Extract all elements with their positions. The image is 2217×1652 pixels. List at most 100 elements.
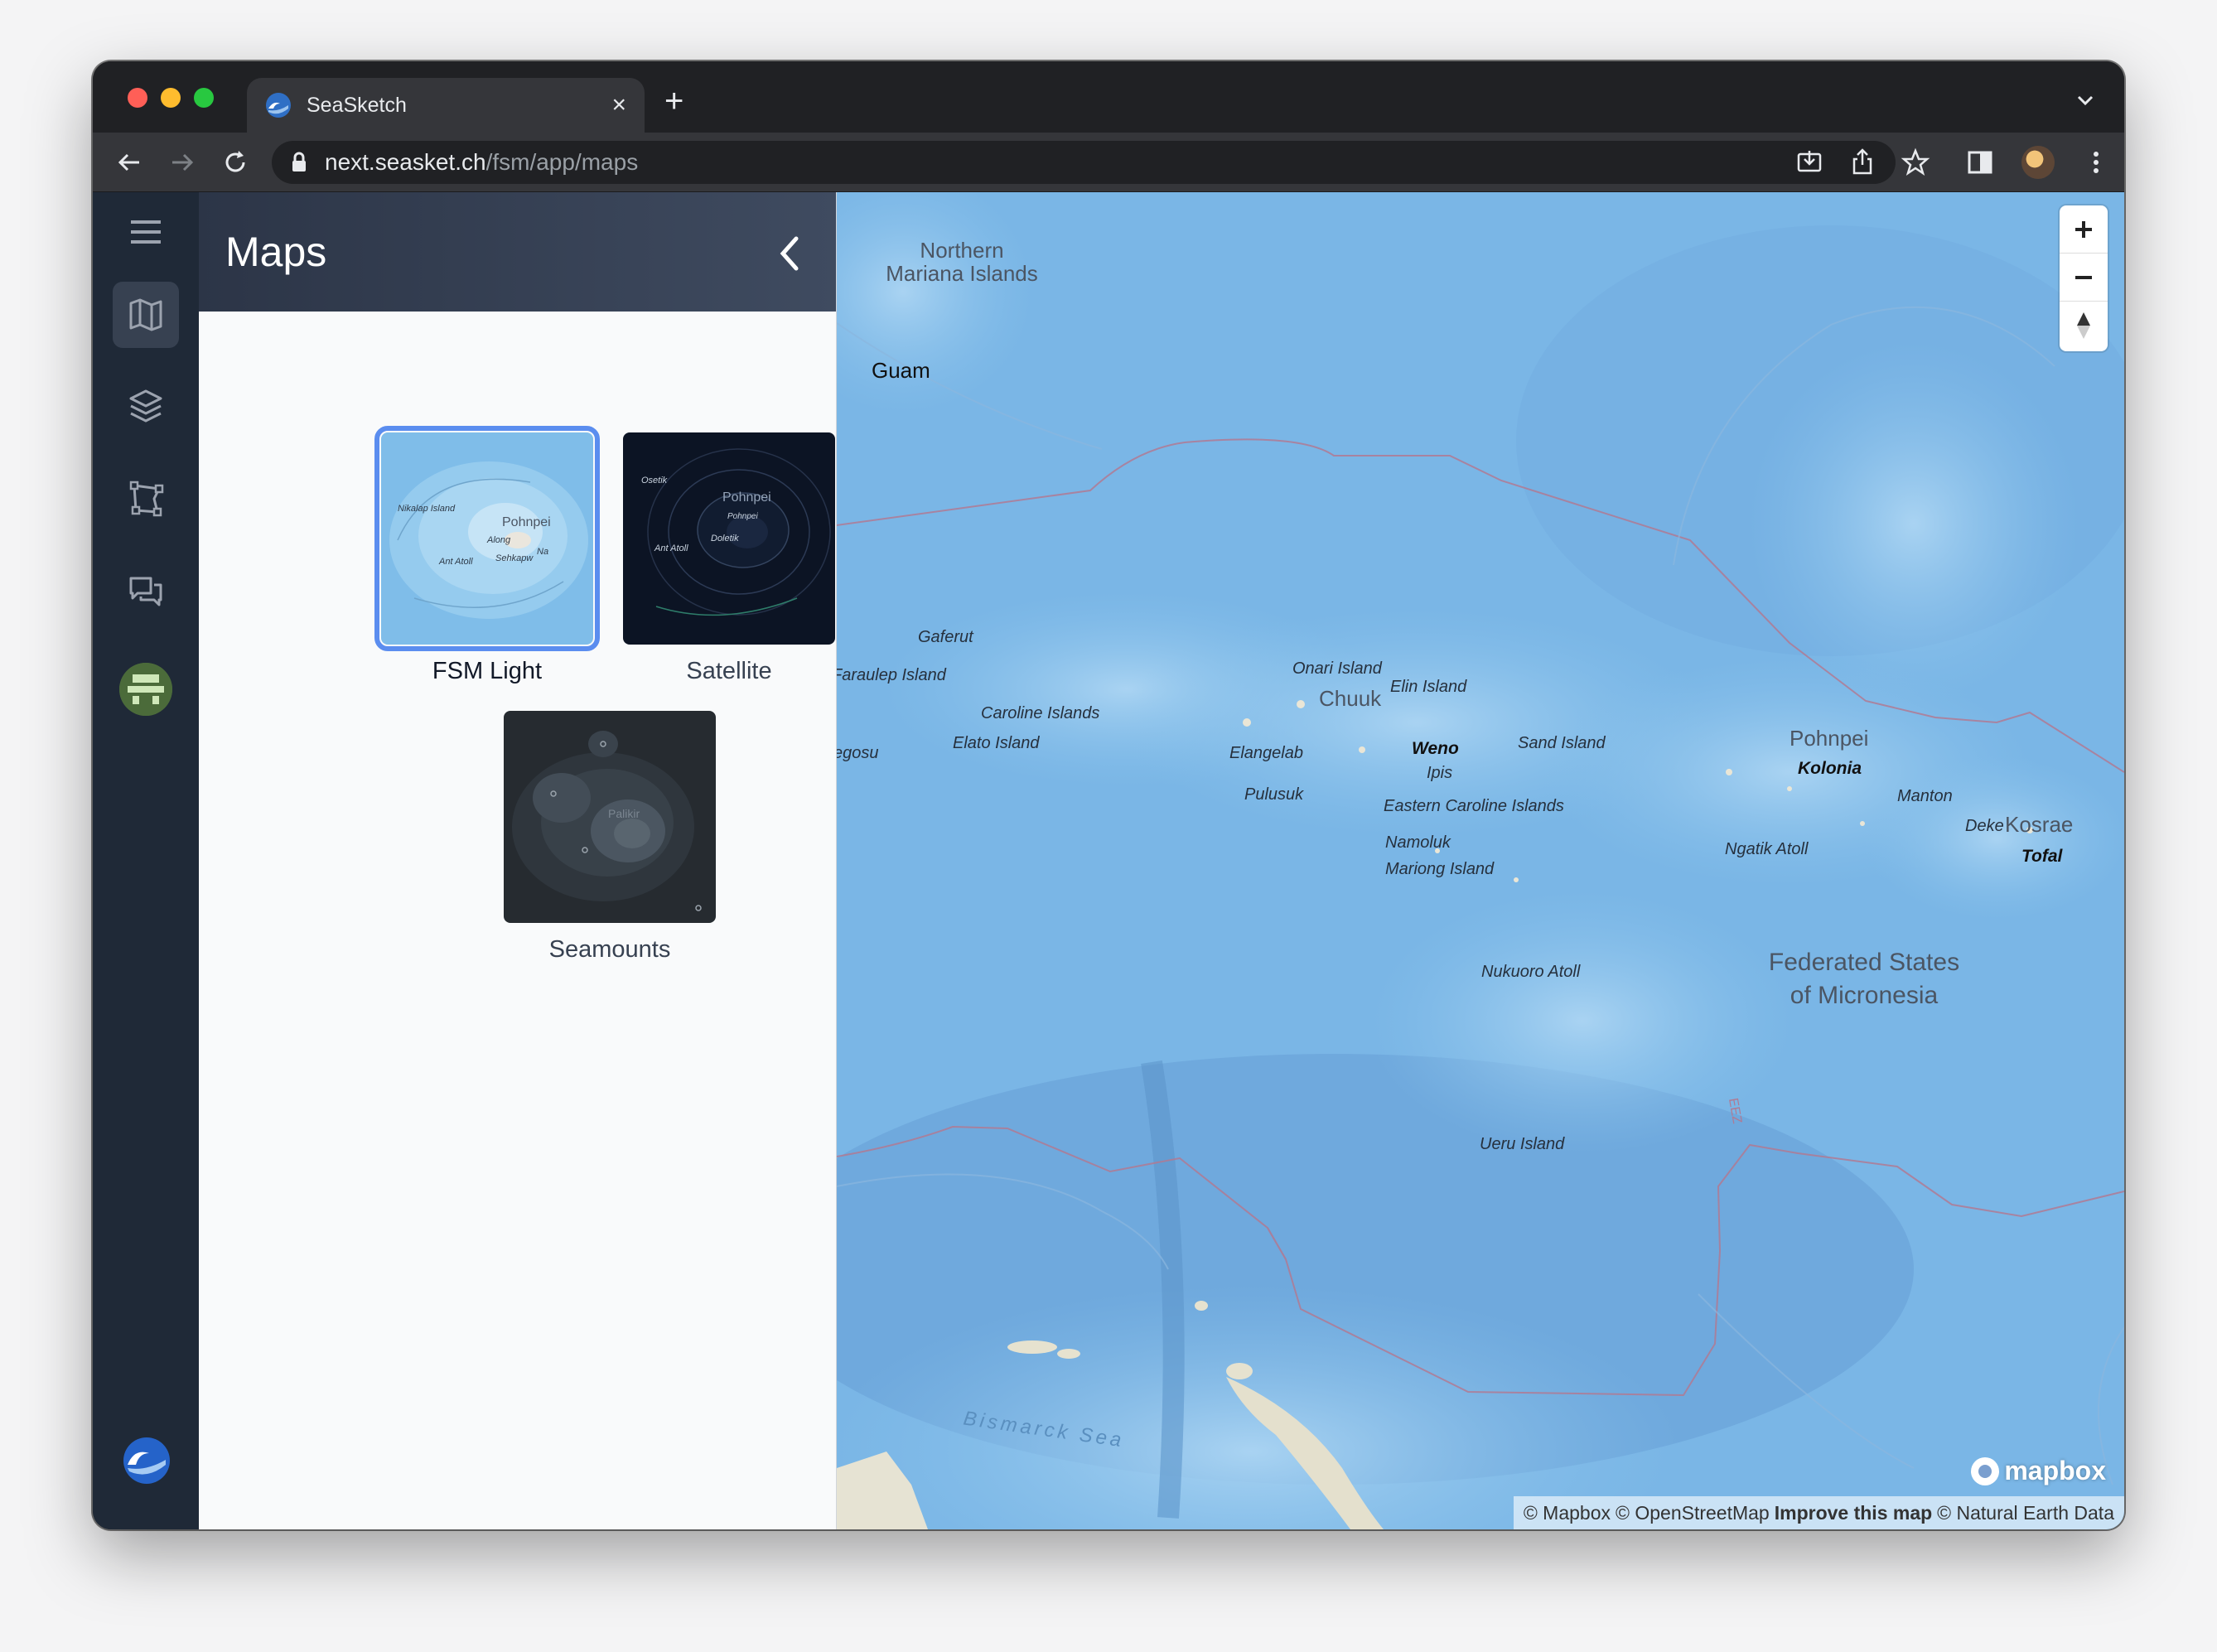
zoom-in-button[interactable] [2060, 205, 2108, 254]
zoom-controls [2060, 205, 2108, 351]
tab-search-chevron-icon[interactable] [2073, 88, 2098, 113]
map-label-sand-island: Sand Island [1518, 734, 1606, 752]
layers-icon [129, 389, 162, 423]
map-label-weno: Weno [1412, 739, 1459, 758]
map-label-gaferut: Gaferut [918, 628, 973, 646]
thumb-label: Doletik [711, 534, 739, 543]
more-menu-icon[interactable] [2081, 147, 2111, 177]
back-arrow-icon[interactable] [114, 147, 144, 177]
sidebar-item-menu[interactable] [113, 199, 179, 265]
sidebar-item-maps[interactable] [113, 282, 179, 348]
sidebar-rail [93, 192, 199, 1529]
thumb-label: Ant Atoll [439, 557, 473, 567]
maximize-window-button[interactable] [194, 88, 214, 108]
map-label-kolonia: Kolonia [1798, 759, 1862, 778]
seamounts-thumbnail: Palikir [504, 711, 716, 923]
basemap-option-fsm-light[interactable]: Nikalap Island Pohnpei Along Na Ant Atol… [374, 426, 600, 685]
bookmark-star-icon[interactable] [1901, 147, 1930, 177]
plus-icon [2075, 220, 2092, 238]
basemap-label-satellite: Satellite [686, 658, 772, 684]
map-label-ueru: Ueru Island [1480, 1135, 1565, 1153]
thumb-label: Palikir [608, 807, 640, 820]
attribution-osm-link[interactable]: © OpenStreetMap [1616, 1502, 1770, 1524]
browser-tab[interactable]: SeaSketch × [247, 78, 645, 133]
map-label-mariong: Mariong Island [1385, 860, 1495, 878]
basemap-option-seamounts[interactable]: Palikir Seamounts [504, 711, 716, 964]
new-tab-button[interactable]: + [664, 85, 683, 118]
profile-avatar[interactable] [2021, 146, 2055, 179]
seasketch-logo-icon[interactable] [123, 1437, 171, 1485]
sidebar-item-layers[interactable] [113, 373, 179, 439]
map-label-elangelab: Elangelab [1229, 744, 1303, 762]
discussion-icon [129, 577, 162, 606]
compass-button[interactable] [2060, 302, 2108, 350]
map-label-egosu: egosu [837, 744, 879, 762]
map-label-namoluk: Namoluk [1385, 833, 1451, 852]
map-icon [129, 298, 162, 331]
map-label-kosrae: Kosrae [2005, 812, 2074, 837]
lock-icon [292, 152, 306, 171]
address-bar[interactable]: next.seasket.ch/fsm/app/maps [272, 141, 1896, 184]
user-identicon-icon [119, 663, 172, 716]
sidebar-item-discussion[interactable] [113, 558, 179, 625]
minus-icon [2075, 275, 2092, 279]
thumb-label: Osetik [641, 476, 668, 485]
attribution-mapbox-link[interactable]: © Mapbox [1524, 1502, 1611, 1524]
map-label-pohnpei: Pohnpei [1790, 726, 1869, 751]
forward-arrow-icon[interactable] [167, 147, 197, 177]
map-label-onari: Onari Island [1292, 659, 1382, 678]
basemap-option-satellite[interactable]: Osetik Pohnpei Pohnpei Doletik Ant Atoll… [623, 432, 835, 685]
map-label-deke: Deke [1965, 817, 2004, 835]
thumb-label: Ant Atoll [654, 543, 688, 553]
reload-icon[interactable] [220, 147, 250, 177]
panel-header: Maps [199, 192, 836, 312]
mapbox-logo-icon [1971, 1456, 2000, 1485]
title-bar: SeaSketch × + [93, 61, 2124, 133]
tab-close-icon[interactable]: × [611, 93, 626, 118]
map-label-elato: Elato Island [953, 734, 1040, 752]
minimize-window-button[interactable] [161, 88, 181, 108]
share-icon[interactable] [1848, 147, 1877, 177]
menu-icon [131, 220, 161, 244]
thumb-label: Pohnpei [727, 512, 758, 521]
seasketch-app: Maps Nikalap Island Pohnpei Along Na Ant… [93, 192, 2124, 1529]
fsm-light-thumbnail: Nikalap Island Pohnpei Along Na Ant Atol… [374, 426, 600, 651]
map-label-elin: Elin Island [1390, 678, 1467, 696]
basemap-label-seamounts: Seamounts [548, 936, 671, 963]
map-label-fsm-line1: Federated States [1768, 949, 1960, 976]
user-avatar[interactable] [119, 663, 172, 716]
map-label-northern-mariana: Northern Mariana Islands [886, 238, 1038, 286]
mapbox-logo-text: mapbox [2004, 1456, 2106, 1485]
url-host: next.seasket.ch [325, 149, 486, 175]
thumb-label: Along [487, 535, 511, 545]
thumb-label: Pohnpei [502, 515, 551, 529]
url-path: /fsm/app/maps [485, 149, 639, 175]
thumb-label: Sehkapw [495, 553, 534, 563]
map-canvas[interactable]: Northern Mariana Islands Guam Gaferut Fa… [837, 192, 2124, 1529]
maps-panel: Maps Nikalap Island Pohnpei Along Na Ant… [199, 192, 837, 1529]
map-label-ngatik: Ngatik Atoll [1725, 840, 1809, 858]
sidebar-item-sketching[interactable] [113, 466, 179, 532]
map-label-fsm-line2: of Micronesia [1790, 982, 1939, 1009]
side-panel-icon[interactable] [1965, 147, 1995, 177]
improve-map-link[interactable]: Improve this map [1775, 1502, 1932, 1524]
sketch-icon [129, 481, 164, 517]
map-label-manton: Manton [1897, 787, 1953, 805]
map-label-chuuk: Chuuk [1319, 686, 1382, 711]
zoom-out-button[interactable] [2060, 254, 2108, 302]
map-label-tofal: Tofal [2021, 847, 2063, 866]
seasketch-favicon-icon [266, 93, 291, 118]
browser-window: SeaSketch × + next.seasket.ch/fsm/app/ma… [93, 61, 2124, 1529]
browser-toolbar: next.seasket.ch/fsm/app/maps [93, 133, 2124, 192]
install-app-icon[interactable] [1794, 147, 1824, 177]
map-label-nukuoro: Nukuoro Atoll [1481, 963, 1581, 981]
basemap-label-fsm-light: FSM Light [432, 658, 543, 684]
collapse-panel-chevron-icon[interactable] [773, 234, 806, 273]
satellite-thumbnail: Osetik Pohnpei Pohnpei Doletik Ant Atoll [623, 432, 835, 645]
attribution-natural-earth-link[interactable]: © Natural Earth Data [1937, 1502, 2114, 1524]
thumb-label: Na [537, 547, 549, 557]
close-window-button[interactable] [128, 88, 147, 108]
mapbox-logo[interactable]: mapbox [1971, 1456, 2106, 1486]
tab-title: SeaSketch [307, 93, 407, 117]
map-label-caroline-islands: Caroline Islands [981, 704, 1100, 722]
